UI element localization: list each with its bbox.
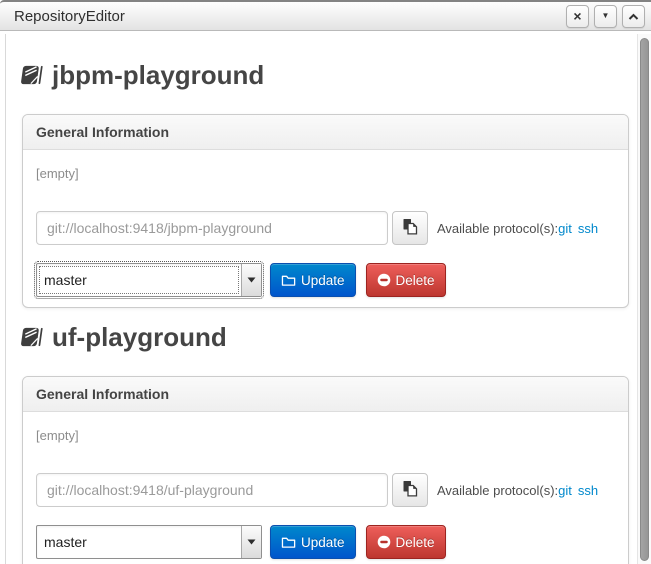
delete-button[interactable]: Delete [366, 525, 446, 559]
editor-content: jbpm-playground General Information [emp… [5, 34, 637, 564]
branch-actions-row: master Update [36, 525, 615, 559]
general-information-panel: General Information [empty] [22, 114, 629, 308]
copy-icon [402, 480, 418, 500]
delete-button[interactable]: Delete [366, 263, 446, 297]
branch-select[interactable]: master [36, 525, 262, 559]
panel-title: General Information [36, 386, 169, 402]
panel-body: [empty] [23, 150, 628, 307]
branch-select-value: master [37, 526, 241, 558]
vertical-scrollbar[interactable] [637, 34, 651, 564]
available-protocols: Available protocol(s):gitssh [437, 221, 598, 236]
panel-header: General Information [23, 115, 628, 150]
general-information-panel: General Information [empty] [22, 376, 629, 564]
repository-heading: uf-playground [20, 322, 623, 352]
panel-title: General Information [36, 124, 169, 140]
folder-icon [281, 274, 296, 287]
menu-caret-button[interactable]: ▼ [594, 5, 617, 28]
repository-heading: jbpm-playground [20, 60, 623, 90]
repository-editor-window: RepositoryEditor × ▼ [0, 0, 651, 564]
repository-section: uf-playground General Information [empty… [6, 322, 637, 564]
caret-down-icon: ▼ [602, 12, 610, 20]
book-icon [20, 327, 43, 347]
panel-header: General Information [23, 377, 628, 412]
scrollbar-thumb[interactable] [640, 38, 649, 561]
ssh-protocol-link[interactable]: ssh [578, 221, 598, 236]
delete-button-label: Delete [396, 273, 435, 288]
available-protocols-label: Available protocol(s): [437, 221, 558, 236]
select-dropdown-arrow-icon [241, 264, 261, 296]
close-button[interactable]: × [566, 5, 589, 28]
repository-name-heading: uf-playground [52, 322, 227, 352]
minus-circle-icon [377, 273, 391, 287]
minus-circle-icon [377, 535, 391, 549]
window-title: RepositoryEditor [14, 8, 125, 25]
book-icon [20, 65, 43, 85]
available-protocols: Available protocol(s):gitssh [437, 483, 598, 498]
clone-url-input[interactable] [36, 211, 388, 245]
copy-url-button[interactable] [392, 473, 428, 507]
titlebar: RepositoryEditor × ▼ [0, 0, 651, 31]
repository-description: [empty] [36, 428, 615, 443]
branch-select-value: master [37, 264, 241, 296]
repository-description: [empty] [36, 166, 615, 181]
collapse-button[interactable] [622, 5, 645, 28]
update-button-label: Update [301, 535, 345, 550]
copy-url-button[interactable] [392, 211, 428, 245]
branch-actions-row: master Update [36, 263, 615, 297]
repository-name-heading: jbpm-playground [52, 60, 264, 90]
git-protocol-link[interactable]: git [558, 221, 572, 236]
clone-url-row: Available protocol(s):gitssh [36, 473, 615, 507]
branch-select[interactable]: master [36, 263, 262, 297]
repository-section: jbpm-playground General Information [emp… [6, 60, 637, 308]
update-button[interactable]: Update [270, 263, 356, 297]
git-protocol-link[interactable]: git [558, 483, 572, 498]
delete-button-label: Delete [396, 535, 435, 550]
update-button[interactable]: Update [270, 525, 356, 559]
clone-url-input[interactable] [36, 473, 388, 507]
folder-icon [281, 536, 296, 549]
ssh-protocol-link[interactable]: ssh [578, 483, 598, 498]
window-controls: × ▼ [566, 5, 645, 28]
panel-body: [empty] [23, 412, 628, 564]
update-button-label: Update [301, 273, 345, 288]
clone-url-row: Available protocol(s):gitssh [36, 211, 615, 245]
available-protocols-label: Available protocol(s): [437, 483, 558, 498]
select-dropdown-arrow-icon [241, 526, 261, 558]
copy-icon [402, 218, 418, 238]
close-icon: × [573, 9, 581, 23]
chevron-up-icon [628, 9, 639, 24]
